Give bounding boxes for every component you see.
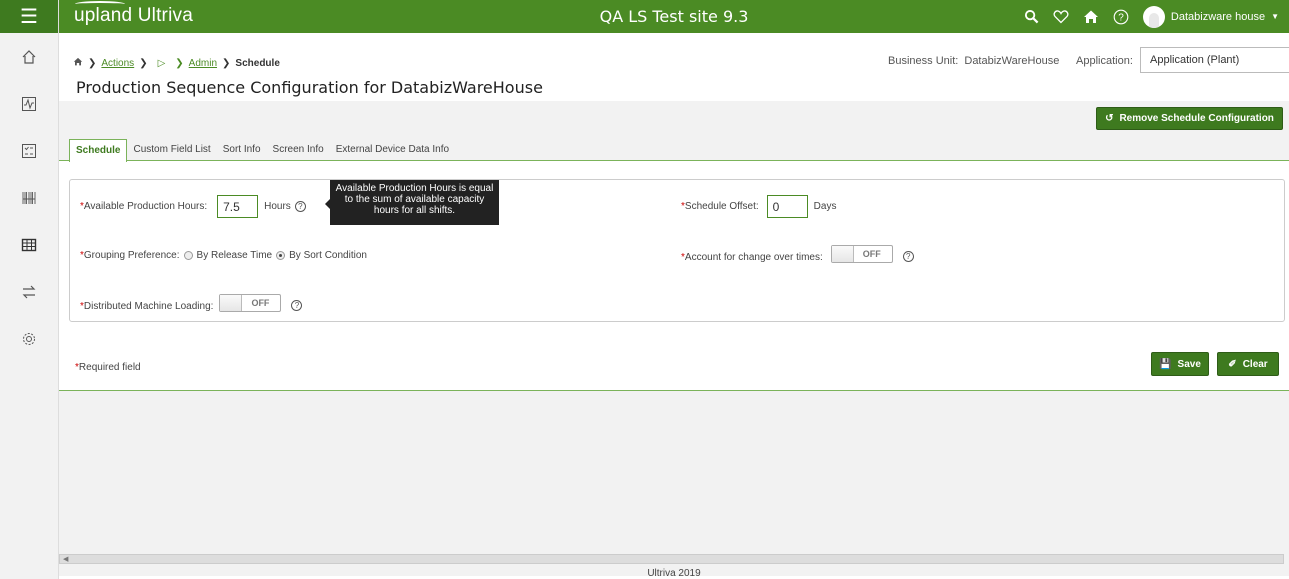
svg-text:?: ? xyxy=(1118,12,1124,23)
application-label: Application: xyxy=(1076,55,1133,67)
eraser-icon: ✐ xyxy=(1228,358,1237,370)
top-bar: upland Ultriva QA LS Test site 9.3 ? Dat… xyxy=(59,0,1289,33)
scroll-left-icon[interactable]: ◀ xyxy=(63,555,68,563)
tab-bar: Schedule Custom Field List Sort Info Scr… xyxy=(69,139,455,162)
by-release-time-label: By Release Time xyxy=(196,250,273,261)
home-icon[interactable] xyxy=(0,33,58,80)
days-unit: Days xyxy=(813,201,837,212)
by-sort-condition-label: By Sort Condition xyxy=(289,250,367,261)
remove-schedule-button[interactable]: ↺ Remove Schedule Configuration xyxy=(1096,107,1283,130)
form-footer: *Required field 💾 Save ✐ Clear xyxy=(59,347,1289,391)
tooltip: Available Production Hours is equal to t… xyxy=(325,180,499,225)
distributed-label: Distributed Machine Loading: xyxy=(83,300,214,312)
checklist-icon[interactable] xyxy=(0,127,58,174)
help-icon[interactable]: ? xyxy=(291,300,303,311)
chevron-down-icon: ▼ xyxy=(1271,12,1279,21)
required-note: *Required field xyxy=(75,362,141,373)
business-unit: Business Unit: DatabizWareHouse xyxy=(888,55,1059,67)
schedule-offset-row: *Schedule Offset: Days xyxy=(681,195,836,218)
business-unit-label: Business Unit: xyxy=(888,55,959,67)
copyright: Ultriva 2019 xyxy=(647,568,701,579)
help-icon[interactable]: ? xyxy=(294,201,306,212)
crumb-step1-icon: ▷ xyxy=(157,57,166,69)
radio-by-sort-condition[interactable] xyxy=(276,251,286,260)
home-crumb-icon[interactable] xyxy=(73,57,83,69)
clear-button[interactable]: ✐ Clear xyxy=(1217,352,1279,376)
available-hours-input[interactable] xyxy=(217,195,259,218)
help-icon[interactable]: ? xyxy=(1113,9,1129,25)
tab-external-device-data-info[interactable]: External Device Data Info xyxy=(330,139,455,162)
undo-icon: ↺ xyxy=(1105,113,1114,124)
application-value: Application (Plant) xyxy=(1150,54,1240,66)
distributed-row: *Distributed Machine Loading: OFF ? xyxy=(80,294,303,312)
changeover-toggle[interactable]: OFF xyxy=(830,245,893,263)
page-title: Production Sequence Configuration for Da… xyxy=(76,78,543,97)
breadcrumb: ❯ Actions ❯ ▷ ❯ Admin ❯ Schedule xyxy=(73,57,280,69)
crumb-current: Schedule xyxy=(235,57,280,69)
remove-schedule-label: Remove Schedule Configuration xyxy=(1119,113,1274,124)
barcode-icon[interactable] xyxy=(0,174,58,221)
hours-unit: Hours xyxy=(264,201,291,212)
available-hours-row: *Available Production Hours: Hours ? xyxy=(80,195,306,218)
help-icon[interactable]: ? xyxy=(902,251,914,262)
grouping-row: *Grouping Preference: By Release Time By… xyxy=(80,250,367,261)
search-icon[interactable] xyxy=(1024,9,1039,24)
tab-screen-info[interactable]: Screen Info xyxy=(267,139,330,162)
radio-by-release-time[interactable] xyxy=(183,251,193,260)
heart-icon[interactable] xyxy=(1053,9,1069,24)
menu-icon[interactable]: ☰ xyxy=(0,0,58,33)
available-hours-label: Available Production Hours: xyxy=(83,201,208,212)
home-icon[interactable] xyxy=(1083,9,1099,24)
schedule-form: *Available Production Hours: Hours ? *Sc… xyxy=(69,179,1285,322)
tab-schedule[interactable]: Schedule xyxy=(69,139,128,162)
grouping-label: Grouping Preference: xyxy=(83,250,180,261)
user-name: Databizware house xyxy=(1170,10,1266,23)
distributed-toggle[interactable]: OFF xyxy=(219,294,282,312)
crumb-separator-icon: ❯ xyxy=(222,57,231,69)
side-navigation: ☰ xyxy=(0,0,59,579)
save-icon: 💾 xyxy=(1159,358,1172,370)
business-unit-value: DatabizWareHouse xyxy=(964,55,1060,67)
crumb-separator-icon: ❯ xyxy=(139,57,148,69)
user-menu[interactable]: Databizware house ▼ xyxy=(1142,5,1279,28)
grid-icon[interactable] xyxy=(0,221,58,268)
application-select[interactable]: Application (Plant) ▼ xyxy=(1140,47,1289,73)
crumb-separator-icon: ❯ xyxy=(88,57,97,69)
crumb-actions[interactable]: Actions xyxy=(101,58,134,69)
save-button[interactable]: 💾 Save xyxy=(1151,352,1209,376)
main-content: ↺ Remove Schedule Configuration Schedule… xyxy=(59,101,1289,579)
changeover-row: *Account for change over times: OFF ? xyxy=(681,245,914,263)
settings-icon[interactable] xyxy=(0,315,58,362)
horizontal-scrollbar[interactable]: ◀ xyxy=(59,554,1284,564)
schedule-offset-input[interactable] xyxy=(766,195,808,218)
tab-sort-info[interactable]: Sort Info xyxy=(217,139,267,162)
avatar xyxy=(1142,5,1165,28)
page-header: ❯ Actions ❯ ▷ ❯ Admin ❯ Schedule Product… xyxy=(59,33,1289,101)
top-icons: ? Databizware house ▼ xyxy=(1024,0,1279,33)
changeover-label: Account for change over times: xyxy=(684,251,823,263)
transfer-icon[interactable] xyxy=(0,268,58,315)
tab-custom-field-list[interactable]: Custom Field List xyxy=(127,139,216,162)
crumb-step2-icon: ❯ xyxy=(175,57,184,69)
crumb-admin[interactable]: Admin xyxy=(189,58,217,69)
activity-icon[interactable] xyxy=(0,80,58,127)
schedule-offset-label: Schedule Offset: xyxy=(684,201,759,212)
